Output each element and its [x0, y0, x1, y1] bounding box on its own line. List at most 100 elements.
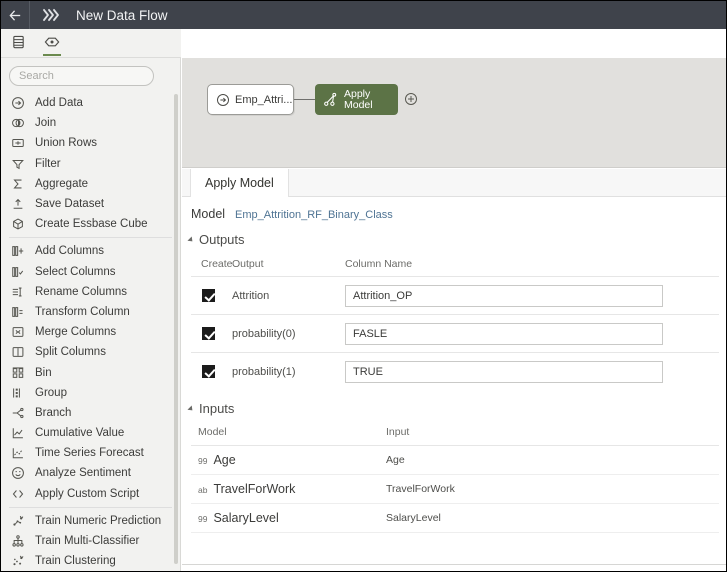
sidebar-item-label: Union Rows	[35, 137, 97, 149]
tab-flow[interactable]	[35, 29, 69, 58]
select-columns-icon	[11, 265, 29, 279]
back-button[interactable]	[1, 1, 29, 29]
sidebar-item-label: Rename Columns	[35, 286, 127, 298]
sidebar-item-label: Filter	[35, 158, 61, 170]
col-header-model: Model	[191, 426, 386, 438]
sidebar-divider	[9, 507, 172, 508]
sidebar-item-analyze-sentiment[interactable]: Analyze Sentiment	[1, 463, 180, 483]
add-step-button[interactable]	[404, 92, 418, 106]
sidebar-item-split-columns[interactable]: Split Columns	[1, 342, 180, 362]
column-name-input[interactable]	[345, 361, 663, 383]
input-model-cell: abTravelForWork	[191, 482, 386, 496]
column-name-input[interactable]	[345, 285, 663, 307]
node-source-label: Emp_Attri...	[235, 94, 292, 106]
arrow-in-circle-icon	[216, 93, 230, 107]
sidebar-item-transform-column[interactable]: Transform Column	[1, 302, 180, 322]
sidebar-item-add-data[interactable]: Add Data	[1, 93, 180, 113]
output-create-cell	[191, 289, 232, 302]
sidebar-item-time-series-forecast[interactable]: Time Series Forecast	[1, 443, 180, 463]
col-header-create: Create	[191, 258, 232, 270]
sidebar-scrollbar[interactable]	[174, 94, 178, 564]
merge-columns-icon	[11, 325, 29, 339]
sidebar-item-select-columns[interactable]: Select Columns	[1, 262, 180, 282]
col-header-input: Input	[386, 426, 566, 438]
sidebar-item-filter[interactable]: Filter	[1, 154, 180, 174]
create-checkbox[interactable]	[202, 327, 215, 340]
sidebar-item-label: Train Clustering	[35, 555, 116, 567]
inputs-header-row: Model Input	[191, 416, 719, 446]
sidebar-item-label: Add Columns	[35, 245, 104, 257]
sidebar-item-bin[interactable]: Bin	[1, 362, 180, 382]
sidebar-item-aggregate[interactable]: Aggregate	[1, 174, 180, 194]
sidebar-item-train-clustering[interactable]: Train Clustering	[1, 551, 180, 571]
sidebar-item-branch[interactable]: Branch	[1, 403, 180, 423]
sidebar-item-save-dataset[interactable]: Save Dataset	[1, 194, 180, 214]
sidebar-item-union-rows[interactable]: Union Rows	[1, 133, 180, 153]
tab-apply-model[interactable]: Apply Model	[190, 169, 289, 197]
sidebar-item-apply-custom-script[interactable]: Apply Custom Script	[1, 484, 180, 504]
input-mapped-cell[interactable]: Age	[386, 454, 566, 466]
train-classifier-icon	[11, 534, 29, 548]
create-checkbox[interactable]	[202, 365, 215, 378]
train-numeric-icon	[11, 514, 29, 528]
forecast-icon	[11, 446, 29, 460]
rename-columns-icon	[11, 285, 29, 299]
output-columnname-cell	[345, 323, 719, 345]
arrow-in-circle-icon	[11, 96, 29, 110]
model-link[interactable]: Emp_Attrition_RF_Binary_Class	[235, 209, 393, 221]
create-checkbox[interactable]	[202, 289, 215, 302]
branch-icon	[11, 406, 29, 420]
sidebar-item-label: Train Multi-Classifier	[35, 535, 139, 547]
sidebar-item-label: Apply Custom Script	[35, 488, 139, 500]
sidebar-item-label: Create Essbase Cube	[35, 218, 148, 230]
output-name-cell: Attrition	[232, 290, 345, 302]
join-circles-icon	[11, 116, 29, 130]
output-row: probability(0)	[191, 314, 719, 352]
tab-data[interactable]	[1, 29, 35, 58]
sidebar-item-merge-columns[interactable]: Merge Columns	[1, 322, 180, 342]
search-input[interactable]	[9, 66, 154, 86]
column-name-input[interactable]	[345, 323, 663, 345]
cube-icon	[11, 217, 29, 231]
header-divider	[29, 1, 30, 29]
column-type-icon: 99	[198, 514, 207, 524]
input-model-label: Age	[213, 453, 235, 467]
column-type-icon: 99	[198, 456, 207, 466]
database-icon	[11, 34, 26, 50]
sidebar-item-rename-columns[interactable]: Rename Columns	[1, 282, 180, 302]
input-mapped-cell[interactable]: TravelForWork	[386, 483, 566, 495]
input-row: 99SalaryLevelSalaryLevel	[191, 504, 719, 533]
outputs-header-row: Create Output Column Name	[191, 247, 719, 276]
inputs-section-header[interactable]: Inputs	[182, 390, 727, 416]
data-flow-window: New Data Flow Add DataJoinUnion RowsFilt…	[0, 0, 727, 572]
output-name-cell: probability(1)	[232, 366, 345, 378]
sidebar-item-label: Transform Column	[35, 306, 130, 318]
node-apply-model[interactable]: Apply Model	[315, 84, 398, 115]
outputs-table: Create Output Column Name Attrition proba…	[191, 247, 719, 390]
sidebar-item-train-numeric-prediction[interactable]: Train Numeric Prediction	[1, 511, 180, 531]
triple-chevron-icon	[42, 8, 62, 23]
node-source-dataset[interactable]: Emp_Attri...	[207, 84, 294, 115]
flow-canvas[interactable]: Emp_Attri... Apply Model	[182, 58, 727, 168]
sidebar-item-label: Aggregate	[35, 178, 88, 190]
sidebar-item-add-columns[interactable]: Add Columns	[1, 241, 180, 261]
sidebar-item-cumulative-value[interactable]: Cumulative Value	[1, 423, 180, 443]
sidebar-item-train-multi-classifier[interactable]: Train Multi-Classifier	[1, 531, 180, 551]
node-flow-icon	[44, 34, 61, 50]
sidebar-item-join[interactable]: Join	[1, 113, 180, 133]
caret-down-icon	[187, 236, 194, 243]
steps-list: Add DataJoin Union Rows Filter Aggregate Sav…	[1, 92, 180, 571]
outputs-title: Outputs	[199, 232, 245, 247]
union-rows-icon	[11, 136, 29, 150]
sidebar-item-label: Analyze Sentiment	[35, 467, 131, 479]
sidebar-item-create-essbase-cube[interactable]: Create Essbase Cube	[1, 214, 180, 234]
sidebar-divider	[9, 237, 172, 238]
input-model-cell: 99 Age	[191, 453, 386, 467]
apply-model-details: Model Emp_Attrition_RF_Binary_Class Outp…	[182, 197, 727, 572]
sidebar-item-group[interactable]: Group	[1, 383, 180, 403]
outputs-section-header[interactable]: Outputs	[182, 221, 727, 247]
input-mapped-cell[interactable]: SalaryLevel	[386, 512, 566, 524]
bin-icon	[11, 366, 29, 380]
output-columnname-cell	[345, 285, 719, 307]
add-columns-icon	[11, 244, 29, 258]
